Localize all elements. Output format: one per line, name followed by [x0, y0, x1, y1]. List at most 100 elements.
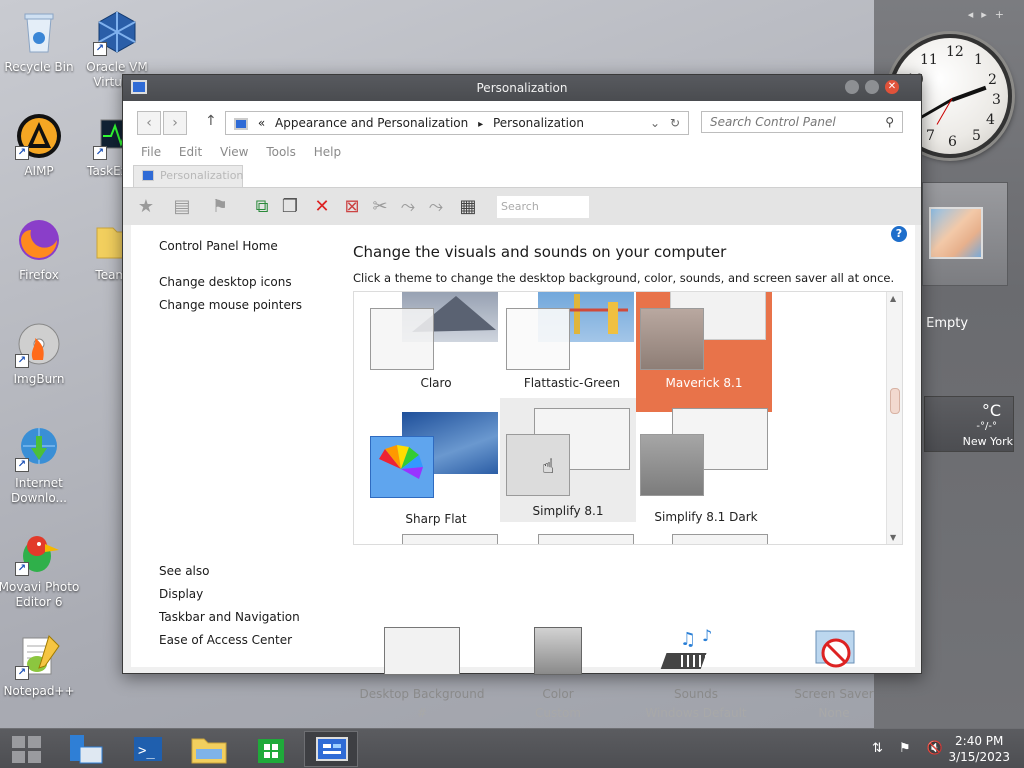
desktop-icon-notepadpp[interactable]: ↗ Notepad++ — [0, 632, 81, 699]
theme-partial-preview[interactable] — [538, 534, 634, 544]
scroll-down-icon[interactable]: ▼ — [890, 533, 896, 542]
slideshow-gadget[interactable] — [922, 182, 1008, 286]
theme-name: Simplify 8.1 Dark — [654, 510, 758, 524]
taskbar-server-manager[interactable] — [58, 731, 112, 767]
theme-claro[interactable]: Claro — [370, 292, 502, 414]
refresh-icon[interactable]: ↻ — [670, 112, 680, 134]
favorite-star-icon[interactable]: ★ — [135, 196, 157, 218]
close-button[interactable]: ✕ — [885, 80, 899, 94]
network-icon[interactable]: ⇅ — [872, 741, 889, 756]
theme-gallery-scrollbar[interactable]: ▲ ▼ — [886, 292, 902, 544]
taskbar: >_ ⇅ ⚑ 🔇 2:40 PM 3/15/2023 — [0, 728, 1024, 768]
weather-gadget[interactable]: °C -°/-° New York — [924, 396, 1014, 452]
movavi-bird-icon: ↗ — [15, 528, 63, 576]
ease-of-access-link[interactable]: Ease of Access Center — [159, 633, 292, 647]
breadcrumb-separator[interactable]: ▸ — [478, 119, 483, 130]
menu-file[interactable]: File — [141, 145, 161, 159]
menu-help[interactable]: Help — [314, 145, 341, 159]
theme-window-preview — [370, 436, 434, 498]
back-button[interactable]: ‹ — [137, 111, 161, 135]
theme-maverick-8-1[interactable]: Maverick 8.1 — [636, 292, 772, 412]
clock-tray[interactable]: 2:40 PM 3/15/2023 — [948, 733, 1010, 765]
remove-item-icon[interactable]: ⊠ — [341, 196, 363, 218]
maximize-button[interactable] — [865, 80, 879, 94]
color-swatch — [534, 627, 582, 675]
action-center-icon[interactable]: ⚑ — [899, 741, 917, 756]
svg-text:♪: ♪ — [702, 627, 712, 645]
up-button[interactable]: ↑ — [205, 113, 217, 129]
forward-button[interactable]: › — [163, 111, 187, 135]
desktop-icon-imgburn[interactable]: ↗ ImgBurn — [0, 320, 81, 387]
taskbar-store[interactable] — [244, 731, 298, 767]
search-icon[interactable]: ⚲ — [885, 112, 894, 132]
theme-sharp-flat[interactable]: Sharp Flat — [370, 400, 502, 526]
copy-to-icon[interactable]: ⤳ — [425, 196, 447, 218]
mouse-cursor-hand-icon: ☝ — [542, 454, 555, 478]
shortcut-arrow-icon: ↗ — [15, 666, 29, 680]
change-mouse-pointers-link[interactable]: Change mouse pointers — [159, 298, 302, 312]
theme-window-preview — [640, 308, 704, 370]
help-icon[interactable]: ? — [891, 226, 907, 242]
toolbar-search-input[interactable]: Search — [497, 196, 589, 218]
gadget-sidebar-controls[interactable]: ◂▸+ — [968, 8, 1012, 21]
control-panel-home-link[interactable]: Control Panel Home — [159, 239, 278, 253]
screen-saver-item[interactable]: Screen Saver None — [765, 627, 903, 720]
title-bar[interactable]: Personalization ✕ — [123, 75, 921, 101]
breadcrumb-root[interactable]: « — [258, 116, 265, 130]
scroll-up-icon[interactable]: ▲ — [890, 294, 896, 303]
virtualbox-icon: ↗ — [93, 8, 141, 56]
color-label: Color — [542, 687, 574, 701]
theme-partial-preview[interactable] — [672, 534, 768, 544]
menu-tools[interactable]: Tools — [266, 145, 296, 159]
desktop-icon-recycle-bin[interactable]: Recycle Bin — [0, 8, 81, 75]
theme-partial-preview[interactable] — [402, 534, 498, 544]
theme-name: Simplify 8.1 — [532, 504, 604, 518]
minimize-button[interactable] — [845, 80, 859, 94]
theme-flattastic-green[interactable]: Flattastic-Green — [506, 292, 638, 414]
properties-icon[interactable]: ▤ — [171, 196, 193, 218]
address-dropdown-icon[interactable]: ⌄ — [650, 112, 660, 134]
desktop-icon-movavi[interactable]: ↗ Movavi Photo Editor 6 — [0, 528, 81, 610]
sounds-item[interactable]: ♫ ♪ Sounds Windows Default — [627, 626, 765, 720]
scroll-thumb[interactable] — [890, 388, 900, 414]
display-link[interactable]: Display — [159, 587, 203, 601]
view-options-icon[interactable]: ▦ — [457, 196, 479, 218]
menu-bar: File Edit View Tools Help — [123, 145, 921, 163]
taskbar-file-explorer[interactable] — [182, 731, 236, 767]
delete-icon[interactable]: ✕ — [311, 196, 333, 218]
windows-flag-icon[interactable]: ⚑ — [209, 196, 231, 218]
copy-icon[interactable]: ❐ — [279, 196, 301, 218]
open-new-window-icon[interactable]: ⧉ — [251, 196, 273, 218]
theme-simplify-8-1-dark[interactable]: Simplify 8.1 Dark — [640, 400, 772, 524]
theme-simplify-8-1[interactable]: ☝ Simplify 8.1 — [500, 398, 636, 522]
search-control-panel-input[interactable]: Search Control Panel ⚲ — [701, 111, 903, 133]
theme-window-preview — [506, 308, 570, 370]
desktop-icon-aimp[interactable]: ↗ AIMP — [0, 112, 81, 179]
theme-window-preview — [640, 434, 704, 496]
cut-icon[interactable]: ✂ — [369, 196, 391, 218]
breadcrumb-parent[interactable]: Appearance and Personalization — [275, 116, 468, 130]
menu-view[interactable]: View — [220, 145, 248, 159]
tab-label: Personalization — [160, 169, 244, 182]
desktop-icon-firefox[interactable]: Firefox — [0, 216, 81, 283]
taskbar-navigation-link[interactable]: Taskbar and Navigation — [159, 610, 300, 624]
sounds-label: Sounds — [673, 687, 719, 701]
volume-muted-icon[interactable]: 🔇 — [927, 741, 949, 756]
address-bar[interactable]: « Appearance and Personalization ▸ Perso… — [225, 111, 689, 135]
change-desktop-icons-link[interactable]: Change desktop icons — [159, 275, 292, 289]
color-item[interactable]: Color Custom — [489, 627, 627, 720]
taskbar-control-panel[interactable] — [304, 731, 358, 767]
desktop-icon-idm[interactable]: ↗ Internet Downlo... — [0, 424, 81, 506]
start-button[interactable] — [2, 731, 56, 767]
tab-personalization[interactable]: Personalization — [133, 165, 243, 187]
desktop-background-item[interactable]: Desktop Background # — [353, 627, 491, 720]
taskbar-powershell[interactable]: >_ — [120, 731, 174, 767]
menu-edit[interactable]: Edit — [179, 145, 202, 159]
desktop-background-value: # — [416, 706, 428, 720]
clock-number: 6 — [948, 134, 957, 150]
breadcrumb-current[interactable]: Personalization — [493, 116, 584, 130]
clock-number: 5 — [972, 128, 981, 144]
sounds-value: Windows Default — [645, 706, 747, 720]
move-to-icon[interactable]: ⤳ — [397, 196, 419, 218]
page-subtitle: Click a theme to change the desktop back… — [353, 271, 895, 285]
